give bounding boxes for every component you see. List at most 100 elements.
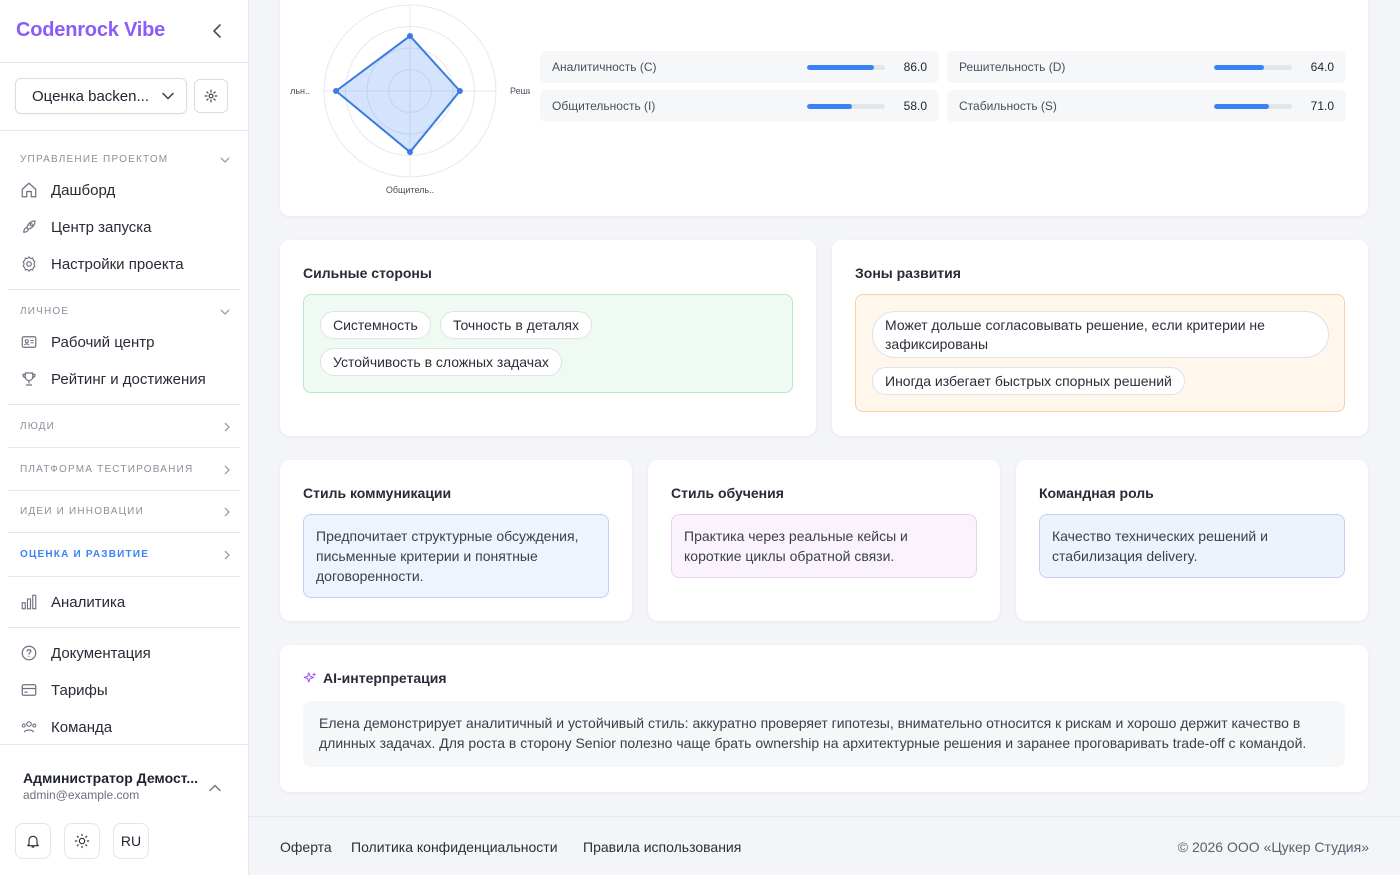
metric-label: Стабильность (S) [959,99,1057,113]
user-menu-toggle[interactable] [209,779,221,797]
rocket-icon [20,218,38,236]
strengths-card: Сильные стороны Системность Точность в д… [280,240,816,436]
metric-bar [807,103,885,109]
chevron-right-icon [224,422,230,431]
sidebar-item-project-settings[interactable]: Настройки проекта [20,252,230,276]
gear-icon [20,255,38,273]
disc-profile-card: Общитель.. Решит ильн.. Аналитичность (C) … [280,0,1368,216]
sidebar-item-dashboard[interactable]: Дашборд [20,178,230,202]
brand-logo[interactable]: Codenrock Vibe [16,19,165,42]
strengths-title: Сильные стороны [303,265,432,281]
gear-icon [204,89,218,103]
communication-title: Стиль коммуникации [303,485,452,501]
communication-text: Предпочитает структурные обсуждения, пис… [303,514,609,598]
sidebar-item-workcenter[interactable]: Рабочий центр [20,330,230,354]
footer: Оферта Политика конфиденциальности Прави… [249,816,1400,875]
chevron-down-icon [220,157,230,163]
footer-link-privacy[interactable]: Политика конфиденциальности [351,839,558,855]
radar-label-left: ильн.. [290,86,310,96]
chevron-left-icon [213,24,221,38]
sidebar-item-docs[interactable]: Документация [20,641,230,665]
section-project-management[interactable]: Управление проектом [20,154,230,165]
metric-label: Аналитичность (C) [552,60,657,74]
bell-icon [27,835,39,848]
learning-text: Практика через реальные кейсы и короткие… [671,514,977,578]
team-role-title: Командная роль [1039,485,1154,501]
strength-chip: Системность [320,311,431,339]
radar-point [456,88,463,94]
communication-style-card: Стиль коммуникации Предпочитает структур… [280,460,632,621]
chevron-right-icon [224,507,230,516]
section-personal[interactable]: Личное [20,306,230,317]
copyright: © 2026 ООО «Цукер Студия» [1177,839,1369,855]
trophy-icon [20,370,38,388]
divider [0,62,249,63]
divider [8,289,240,290]
metric-steadiness: Стабильность (S) 71.0 [947,90,1346,122]
footer-link-terms[interactable]: Правила использования [583,839,741,855]
sidebar-item-label: Аналитика [51,593,126,611]
learning-title: Стиль обучения [671,485,784,501]
metric-analytic: Аналитичность (C) 86.0 [540,51,939,83]
sidebar-item-label: Дашборд [51,181,116,199]
section-people[interactable]: Люди [20,421,230,432]
users-icon [20,718,38,736]
section-ideas[interactable]: Идеи и инновации [20,506,230,517]
sidebar-item-label: Рейтинг и достижения [51,370,206,388]
sun-icon [74,833,90,849]
user-name[interactable]: Администратор Демост... [23,770,203,786]
language-button[interactable]: RU [113,823,149,859]
collapse-sidebar-button[interactable] [207,21,227,41]
sidebar-item-label: Рабочий центр [51,333,155,351]
sidebar-item-plans[interactable]: Тарифы [20,678,230,702]
learning-style-card: Стиль обучения Практика через реальные к… [648,460,1000,621]
sidebar-item-label: Центр запуска [51,218,152,236]
metric-bar-fill [1214,64,1264,70]
divider [8,404,240,405]
ai-header: AI-интерпретация [303,670,447,686]
metric-influence: Общительность (I) 58.0 [540,90,939,122]
radar-label-bottom: Общитель.. [386,185,434,195]
section-label: Идеи и инновации [20,506,144,517]
section-assessment[interactable]: Оценка и развитие [20,549,230,560]
strengths-box: Системность Точность в деталях Устойчиво… [303,294,793,393]
divider [8,576,240,577]
sidebar-item-team[interactable]: Команда [20,715,230,739]
metric-bar-fill [807,103,853,109]
section-label: Платформа тестирования [20,464,194,475]
ai-interpretation-card: AI-интерпретация Елена демонстрирует ана… [280,645,1368,792]
metric-label: Решительность (D) [959,60,1066,74]
radar-point [407,32,413,39]
section-label: Оценка и развитие [20,549,150,560]
chevron-right-icon [224,465,230,474]
section-label: Люди [20,421,55,432]
chevron-down-icon [162,92,174,100]
sidebar-item-rating[interactable]: Рейтинг и достижения [20,367,230,391]
metric-value: 86.0 [903,60,927,74]
strength-chip: Устойчивость в сложных задачах [320,348,562,376]
bar-chart-icon [20,593,38,611]
metric-bar [1214,64,1292,70]
metric-bar [807,64,885,70]
chevron-down-icon [220,309,230,315]
footer-link-offer[interactable]: Оферта [280,839,332,855]
radar-chart: Общитель.. Решит ильн.. [290,4,530,195]
section-testing-platform[interactable]: Платформа тестирования [20,464,230,475]
chevron-up-icon [209,784,221,792]
sidebar-item-analytics[interactable]: Аналитика [20,590,230,614]
sidebar-item-launch[interactable]: Центр запуска [20,215,230,239]
id-card-icon [20,333,38,351]
section-label: Управление проектом [20,154,169,165]
theme-toggle-button[interactable] [64,823,100,859]
radar-area [335,34,461,154]
help-circle-icon [20,644,38,662]
metric-bar [1214,103,1292,109]
metric-value: 64.0 [1310,60,1334,74]
project-select[interactable]: Оценка backen... [15,78,187,114]
growth-title: Зоны развития [855,265,961,281]
credit-card-icon [20,681,38,699]
notifications-button[interactable] [15,823,51,859]
ai-text: Елена демонстрирует аналитичный и устойч… [303,701,1345,767]
project-settings-button[interactable] [194,79,228,113]
growth-chip: Может дольше согласовывать решение, если… [872,311,1329,358]
